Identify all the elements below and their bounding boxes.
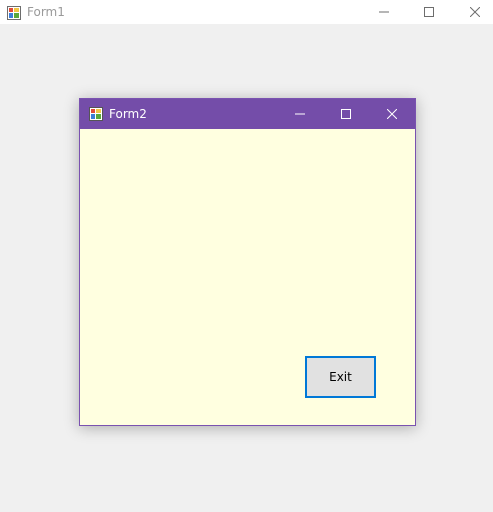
close-icon <box>470 7 480 17</box>
form2-close-button[interactable] <box>369 99 415 129</box>
maximize-icon <box>341 109 351 119</box>
maximize-icon <box>424 7 434 17</box>
form1-close-button[interactable] <box>452 0 493 24</box>
app-form-icon <box>7 5 21 20</box>
form1-titlebar[interactable]: Form1 <box>0 0 493 24</box>
form2-maximize-button[interactable] <box>323 99 369 129</box>
minimize-icon <box>379 11 389 13</box>
form2-titlebar[interactable]: Form2 <box>80 99 415 129</box>
close-icon <box>387 109 397 119</box>
app-form-icon <box>89 106 103 121</box>
form2-title: Form2 <box>109 107 147 121</box>
form2-minimize-button[interactable] <box>277 99 323 129</box>
exit-button[interactable]: Exit <box>305 356 376 398</box>
form2-window: Form2 Exit <box>79 98 416 426</box>
form1-title: Form1 <box>27 5 65 19</box>
form1-maximize-button[interactable] <box>406 0 452 24</box>
form1-minimize-button[interactable] <box>361 0 407 24</box>
minimize-icon <box>295 113 305 115</box>
form2-client-area: Exit <box>80 129 415 425</box>
